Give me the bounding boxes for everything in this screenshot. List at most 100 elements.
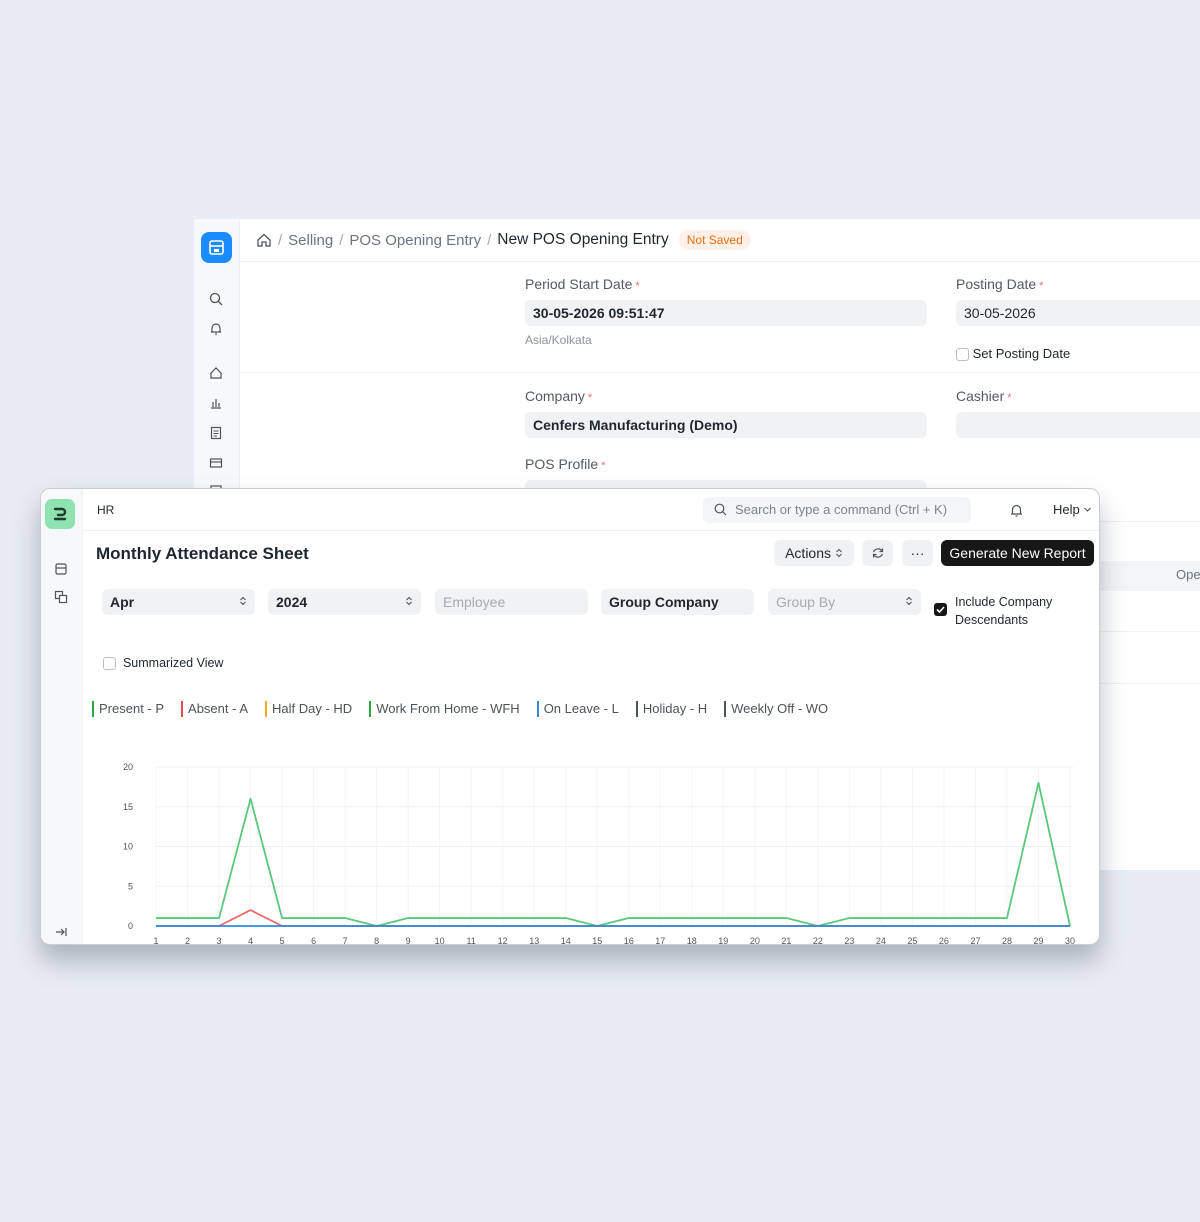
legend-item: Holiday - H	[635, 701, 707, 717]
x-tick-label: 5	[280, 936, 285, 945]
period-start-label: Period Start Date *	[525, 276, 640, 292]
y-tick-label: 15	[123, 802, 133, 812]
pos-profile-label: POS Profile *	[525, 456, 606, 472]
hr-window: HR Search or type a command (Ctrl + K) H…	[40, 488, 1100, 945]
x-tick-label: 30	[1065, 936, 1075, 945]
legend-item: On Leave - L	[536, 701, 619, 717]
x-tick-label: 16	[624, 936, 634, 945]
company-field[interactable]: Cenfers Manufacturing (Demo)	[525, 412, 927, 438]
store-icon	[209, 240, 224, 255]
chart-icon[interactable]	[208, 395, 224, 411]
x-tick-label: 24	[876, 936, 886, 945]
chevron-down-icon	[1084, 507, 1092, 512]
sort-arrows-icon	[906, 596, 912, 606]
x-tick-label: 26	[939, 936, 949, 945]
legend-item: Weekly Off - WO	[724, 701, 828, 717]
notification-bell-icon[interactable]	[1009, 503, 1024, 523]
divider	[1094, 521, 1200, 522]
x-tick-label: 10	[435, 936, 445, 945]
app-name: HR	[97, 503, 115, 517]
divider	[240, 372, 1200, 373]
set-posting-date[interactable]: Set Posting Date	[956, 346, 1070, 362]
copy-icon[interactable]	[53, 589, 69, 605]
cashier-label: Cashier *	[956, 388, 1012, 404]
legend-item: Present - P	[92, 701, 164, 717]
home-icon[interactable]	[256, 232, 272, 248]
x-tick-label: 12	[498, 936, 508, 945]
x-tick-label: 23	[844, 936, 854, 945]
x-tick-label: 19	[718, 936, 728, 945]
page-title: Monthly Attendance Sheet	[96, 544, 309, 563]
set-posting-checkbox[interactable]	[956, 348, 969, 362]
x-tick-label: 25	[907, 936, 917, 945]
attendance-chart: 051015201 2 3 4 5 6 7 8 9 10 11 12 13 14 15 16 17 18 19 20 2…	[123, 762, 1075, 945]
x-tick-label: 18	[687, 936, 697, 945]
x-tick-label: 29	[1033, 936, 1043, 945]
x-tick-label: 7	[343, 936, 348, 945]
summarized-view[interactable]: Summarized View	[103, 656, 223, 671]
legend-item: Half Day - HD	[265, 701, 352, 717]
expand-sidebar-icon[interactable]	[53, 924, 69, 940]
more-button[interactable]: ···	[902, 540, 933, 566]
x-tick-label: 21	[781, 936, 791, 945]
timezone-text: Asia/Kolkata	[525, 333, 592, 347]
include-descendants-label: Include Company Descendants	[955, 595, 1053, 627]
x-tick-label: 4	[248, 936, 253, 945]
x-tick-label: 9	[406, 936, 411, 945]
divider	[240, 261, 1200, 262]
hr-sidebar	[41, 489, 83, 944]
search-placeholder: Search or type a command (Ctrl + K)	[735, 502, 948, 517]
document-icon[interactable]	[208, 425, 224, 441]
sort-arrows-icon	[406, 596, 412, 606]
breadcrumb: / Selling / POS Opening Entry / New POS …	[256, 230, 751, 250]
period-start-field[interactable]: 30-05-2026 09:51:47	[525, 300, 927, 326]
ope-column-label: Ope	[1176, 567, 1200, 582]
help-menu[interactable]: Help	[1053, 502, 1092, 517]
chart-legend: Present - P Absent - A Half Day - HD Wor…	[92, 701, 845, 717]
table-header: Ope	[1094, 561, 1200, 591]
search-input[interactable]: Search or type a command (Ctrl + K)	[703, 497, 971, 523]
x-tick-label: 15	[592, 936, 602, 945]
employee-field[interactable]: Employee	[435, 589, 588, 615]
x-tick-label: 2	[185, 936, 190, 945]
status-badge: Not Saved	[678, 230, 751, 250]
x-tick-label: 22	[813, 936, 823, 945]
divider	[1094, 631, 1200, 632]
card-icon[interactable]	[208, 455, 224, 471]
hr-logo-icon	[53, 507, 67, 521]
y-tick-label: 20	[123, 762, 133, 772]
search-icon	[714, 503, 727, 516]
bell-icon[interactable]	[208, 321, 224, 337]
hr-app-logo[interactable]	[45, 499, 75, 529]
divider	[1094, 683, 1200, 684]
refresh-button[interactable]	[862, 540, 893, 566]
x-tick-label: 27	[970, 936, 980, 945]
posting-date-label: Posting Date *	[956, 276, 1044, 292]
summarized-view-checkbox[interactable]	[103, 657, 116, 671]
app-logo[interactable]	[201, 232, 232, 263]
x-tick-label: 3	[217, 936, 222, 945]
x-tick-label: 17	[655, 936, 665, 945]
month-select[interactable]: Apr	[102, 589, 255, 615]
y-tick-label: 10	[123, 842, 133, 852]
include-descendants-checkbox[interactable]	[934, 603, 947, 616]
actions-button[interactable]: Actions	[774, 540, 854, 566]
y-tick-label: 5	[128, 881, 133, 891]
sort-arrows-icon	[836, 548, 842, 558]
x-tick-label: 20	[750, 936, 760, 945]
group-by-select[interactable]: Group By	[768, 589, 921, 615]
year-select[interactable]: 2024	[268, 589, 421, 615]
legend-item: Absent - A	[181, 701, 248, 717]
posting-date-field[interactable]: 30-05-2026	[956, 300, 1200, 326]
cashier-field[interactable]	[956, 412, 1200, 438]
home-icon[interactable]	[208, 365, 224, 381]
breadcrumb-selling[interactable]: Selling	[288, 232, 333, 249]
x-tick-label: 6	[311, 936, 316, 945]
generate-report-button[interactable]: Generate New Report	[941, 540, 1094, 566]
archive-icon[interactable]	[53, 561, 69, 577]
company-field[interactable]: Group Company	[601, 589, 754, 615]
series-line	[156, 782, 1071, 927]
search-icon[interactable]	[208, 291, 224, 307]
x-tick-label: 11	[467, 936, 476, 945]
breadcrumb-pos-opening[interactable]: POS Opening Entry	[349, 232, 481, 249]
